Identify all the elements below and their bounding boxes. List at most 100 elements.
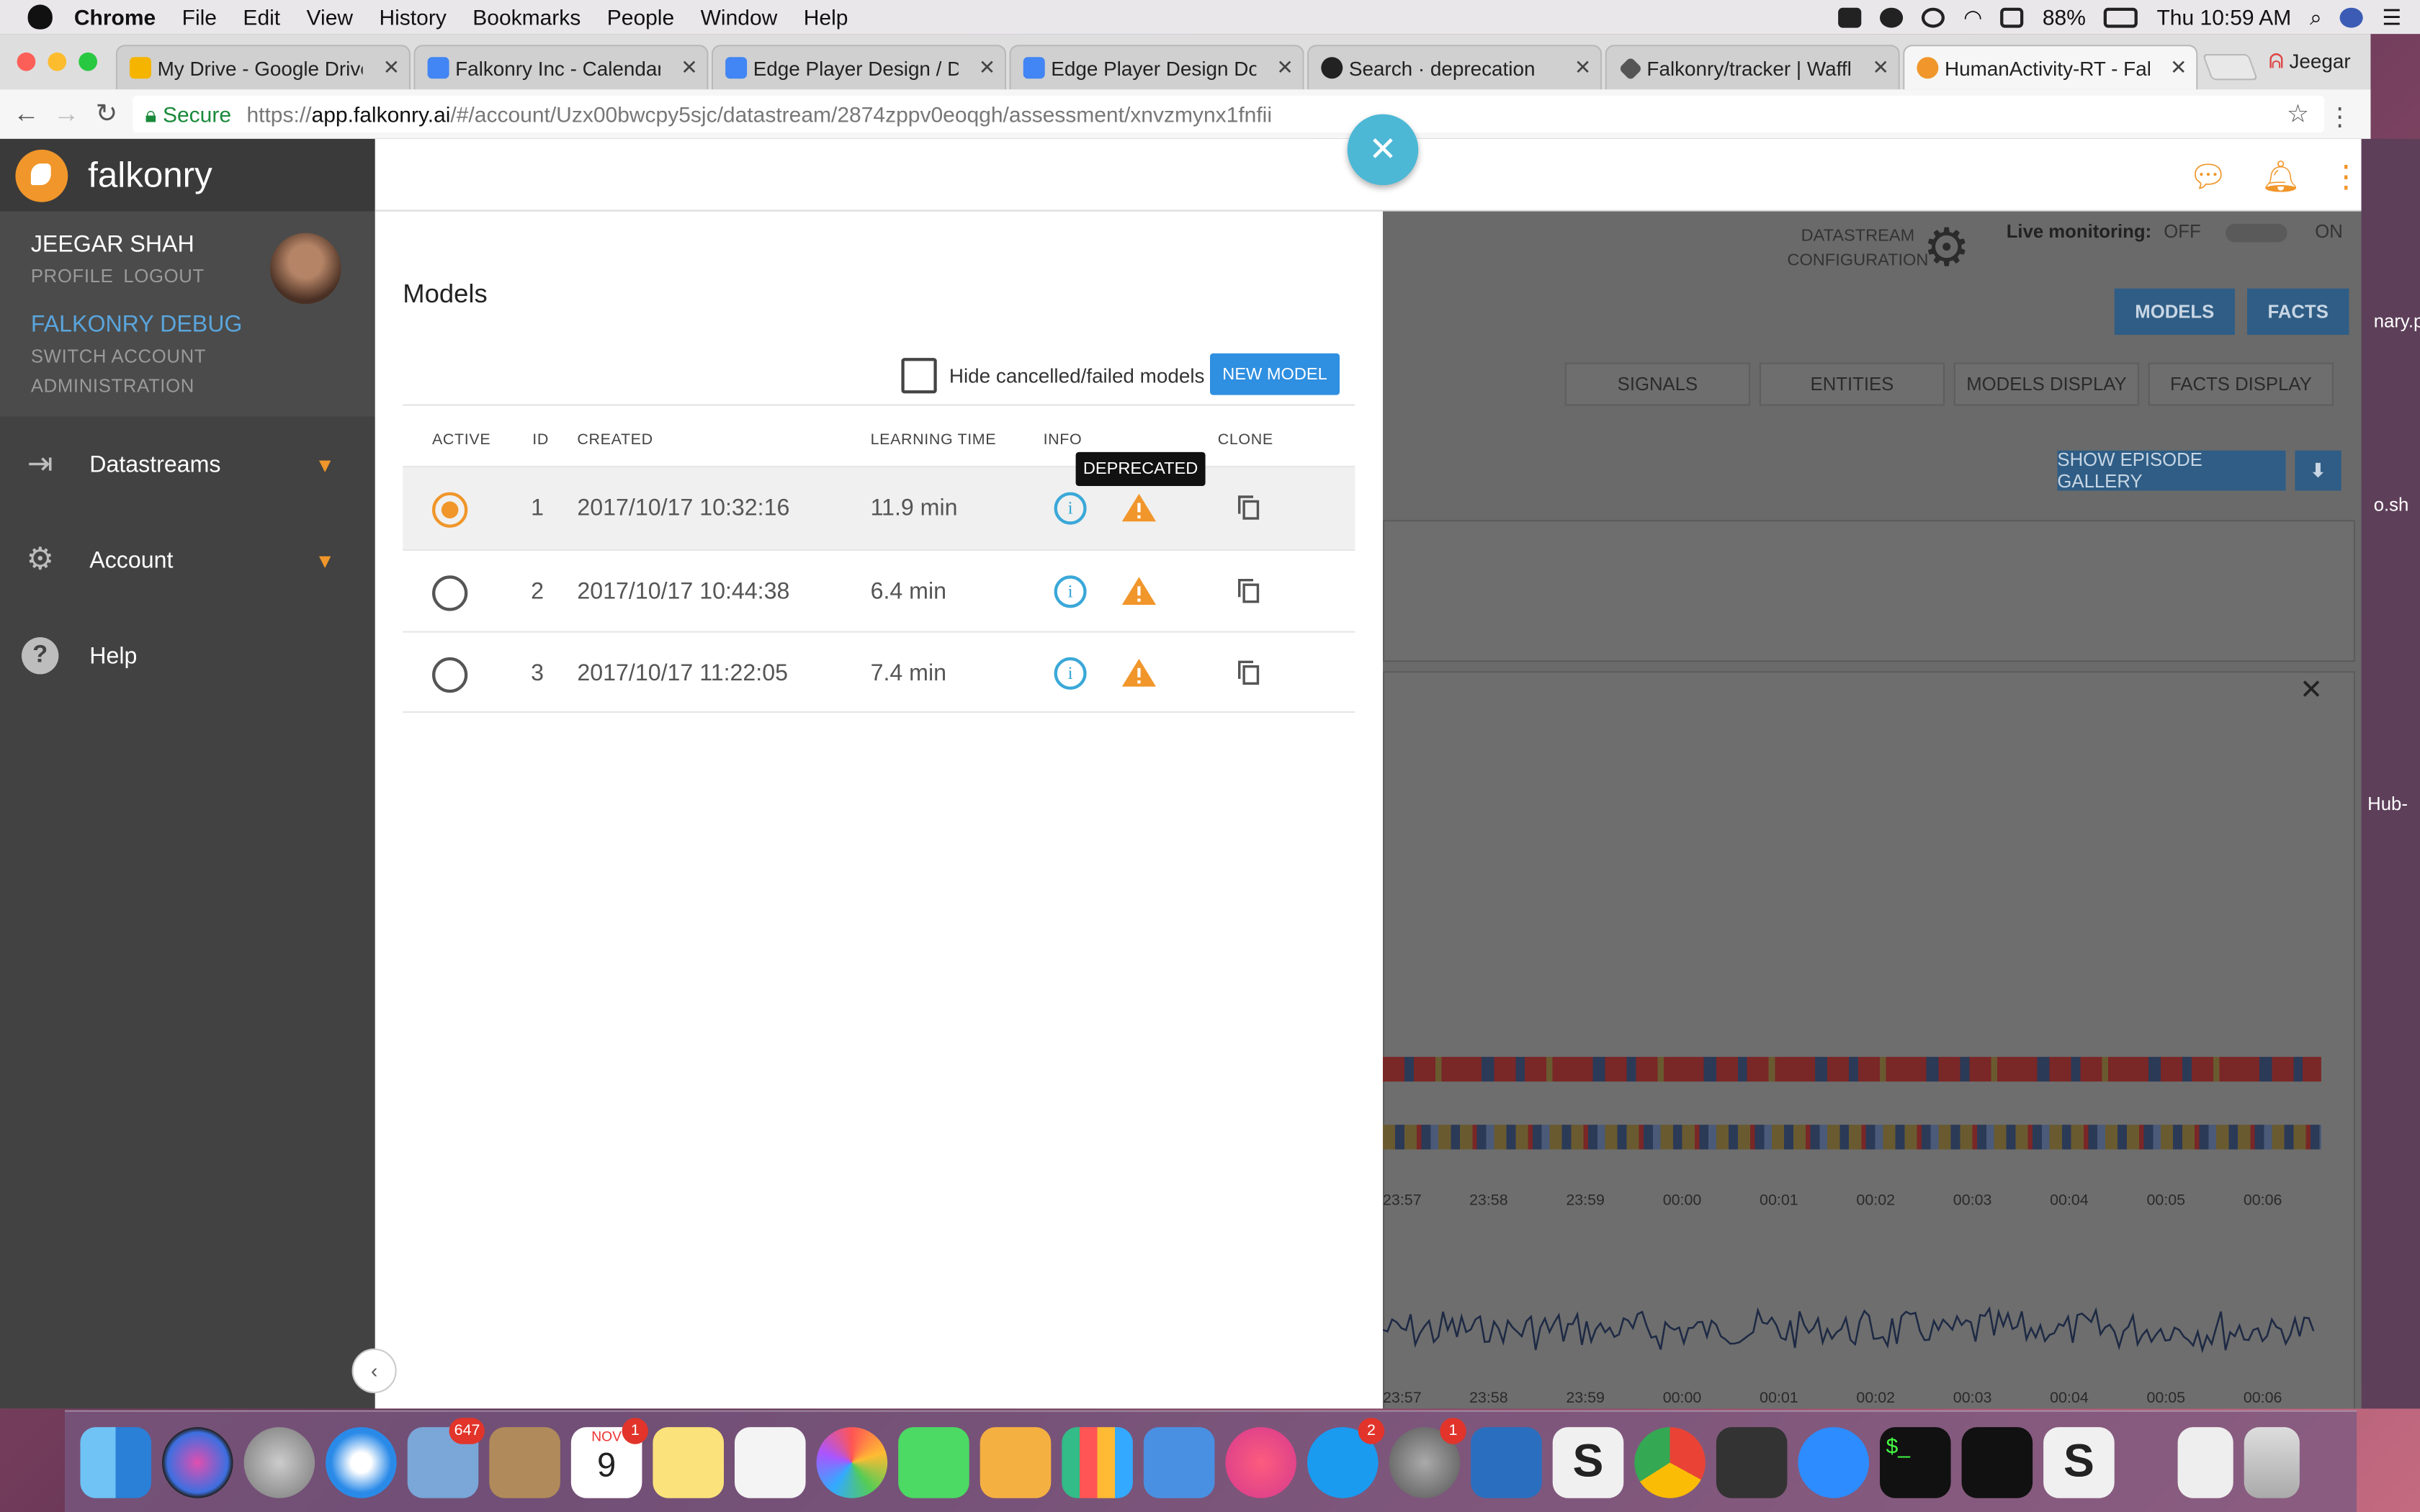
info-icon[interactable]: i bbox=[1054, 575, 1087, 608]
terminal-icon[interactable]: $_ bbox=[1880, 1426, 1951, 1498]
camera-icon[interactable] bbox=[1838, 6, 1862, 27]
chrome-icon[interactable] bbox=[1634, 1426, 1706, 1498]
battery-icon[interactable] bbox=[2104, 6, 2138, 27]
mail-icon[interactable]: 647 bbox=[407, 1417, 485, 1498]
virtualbox-icon[interactable] bbox=[1471, 1426, 1542, 1498]
spotlight-icon[interactable]: ⌕ bbox=[2310, 4, 2322, 30]
siri-icon[interactable] bbox=[2340, 6, 2364, 27]
live-monitoring-toggle[interactable] bbox=[2226, 223, 2287, 243]
forward-icon[interactable]: → bbox=[46, 99, 86, 130]
datastream-config-label[interactable]: DATASTREAM CONFIGURATION bbox=[1787, 224, 1928, 274]
safari-icon[interactable] bbox=[326, 1426, 397, 1498]
active-radio[interactable] bbox=[432, 575, 468, 611]
browser-tab[interactable]: Falkonry/tracker | Waffle.io ✕ bbox=[1605, 45, 1900, 90]
browser-tab[interactable]: Falkonry Inc - Calendar - W ✕ bbox=[413, 45, 709, 90]
copy-icon[interactable] bbox=[1237, 660, 1260, 685]
close-tab-icon[interactable]: ✕ bbox=[383, 55, 400, 80]
more-options-icon[interactable]: ⋮ bbox=[2331, 158, 2362, 197]
browser-tab-active[interactable]: HumanActivity-RT - Falkon ✕ bbox=[1903, 45, 2198, 90]
warning-icon[interactable] bbox=[1121, 492, 1157, 523]
notes-icon[interactable] bbox=[653, 1426, 724, 1498]
menu-bookmarks[interactable]: Bookmarks bbox=[472, 4, 581, 29]
menu-people[interactable]: People bbox=[607, 4, 674, 29]
battery-percent[interactable]: 88% bbox=[2043, 4, 2086, 29]
menu-history[interactable]: History bbox=[379, 4, 446, 29]
warning-icon[interactable] bbox=[1121, 575, 1157, 606]
warning-icon[interactable] bbox=[1121, 657, 1157, 688]
models-button[interactable]: MODELS bbox=[2114, 288, 2235, 335]
siri-icon[interactable] bbox=[162, 1426, 233, 1498]
trash-icon[interactable] bbox=[2244, 1426, 2300, 1498]
system-preferences-icon[interactable]: 1 bbox=[1389, 1417, 1466, 1498]
facts-button[interactable]: FACTS bbox=[2247, 288, 2349, 335]
collapse-sidebar-button[interactable]: ‹ bbox=[351, 1348, 397, 1393]
logout-link[interactable]: LOGOUT bbox=[123, 266, 204, 287]
show-episode-gallery-button[interactable]: SHOW EPISODE GALLERY bbox=[2057, 449, 2286, 492]
info-icon[interactable]: i bbox=[1054, 657, 1087, 690]
tab-facts-display[interactable]: FACTS DISPLAY bbox=[2148, 362, 2334, 406]
close-tab-icon[interactable]: ✕ bbox=[2170, 55, 2187, 80]
sidebar-item-help[interactable]: ? Help bbox=[0, 608, 375, 703]
sublime-icon[interactable] bbox=[1716, 1426, 1788, 1498]
tab-models-display[interactable]: MODELS DISPLAY bbox=[1953, 362, 2139, 406]
table-row[interactable]: 3 2017/10/17 11:22:05 7.4 min i bbox=[403, 631, 1355, 713]
menu-window[interactable]: Window bbox=[701, 4, 778, 29]
slack-icon-2[interactable]: S bbox=[2043, 1426, 2115, 1498]
finder-icon[interactable] bbox=[80, 1426, 151, 1498]
avatar[interactable] bbox=[270, 233, 341, 305]
administration-link[interactable]: ADMINISTRATION bbox=[31, 375, 194, 397]
zoom-icon[interactable] bbox=[1798, 1426, 1869, 1498]
photos-icon[interactable] bbox=[816, 1426, 888, 1498]
clock[interactable]: Thu 10:59 AM bbox=[2156, 4, 2291, 29]
reload-icon[interactable]: ↻ bbox=[86, 99, 127, 130]
menu-app-name[interactable]: Chrome bbox=[74, 4, 156, 29]
wifi-icon[interactable]: ◠ bbox=[1963, 4, 1982, 30]
hide-cancelled-label[interactable]: Hide cancelled/failed models bbox=[949, 364, 1205, 387]
close-tab-icon[interactable]: ✕ bbox=[1872, 55, 1888, 80]
close-panel-icon[interactable]: ✕ bbox=[2300, 674, 2323, 706]
download-icon[interactable]: ⬇ bbox=[2295, 450, 2341, 491]
numbers-icon[interactable] bbox=[1062, 1426, 1133, 1498]
browser-tab[interactable]: My Drive - Google Drive ✕ bbox=[115, 45, 411, 90]
account-name[interactable]: FALKONRY DEBUG bbox=[31, 312, 243, 338]
minimize-window-button[interactable] bbox=[48, 52, 67, 71]
bell-icon[interactable]: 🔔︎ bbox=[2261, 158, 2300, 197]
pages-icon[interactable] bbox=[980, 1426, 1052, 1498]
chrome-menu-icon[interactable]: ⋮ bbox=[2327, 102, 2352, 132]
zoom-window-button[interactable] bbox=[79, 52, 97, 71]
chevron-down-icon[interactable]: ▼ bbox=[315, 549, 335, 572]
copy-icon[interactable] bbox=[1237, 578, 1260, 603]
menu-file[interactable]: File bbox=[182, 4, 217, 29]
table-row[interactable]: 1 2017/10/17 10:32:16 11.9 min i bbox=[403, 466, 1355, 549]
tab-signals[interactable]: SIGNALS bbox=[1564, 362, 1750, 406]
keynote-icon[interactable] bbox=[1143, 1426, 1215, 1498]
menu-help[interactable]: Help bbox=[804, 4, 848, 29]
reminders-icon[interactable] bbox=[734, 1426, 806, 1498]
close-dialog-button[interactable]: ✕ bbox=[1347, 114, 1419, 186]
creative-cloud-icon[interactable] bbox=[1880, 6, 1904, 27]
notification-center-icon[interactable]: ☰ bbox=[2382, 4, 2401, 30]
chat-icon[interactable]: 💬︎ bbox=[2189, 158, 2228, 197]
slack-icon[interactable]: S bbox=[1552, 1426, 1624, 1498]
contacts-icon[interactable] bbox=[489, 1426, 560, 1498]
close-tab-icon[interactable]: ✕ bbox=[979, 55, 995, 80]
close-window-button[interactable] bbox=[17, 52, 36, 71]
browser-tab[interactable]: Edge Player Design Docum ✕ bbox=[1009, 45, 1304, 90]
tab-entities[interactable]: ENTITIES bbox=[1759, 362, 1945, 406]
bookmark-star-icon[interactable]: ☆ bbox=[2287, 99, 2309, 130]
document-icon[interactable] bbox=[2177, 1426, 2233, 1498]
chevron-down-icon[interactable]: ▼ bbox=[315, 453, 335, 476]
gear-icon[interactable]: ⚙ bbox=[1923, 217, 1970, 279]
sync-icon[interactable] bbox=[1922, 6, 1945, 27]
new-model-button[interactable]: NEW MODEL bbox=[1210, 353, 1340, 395]
airplay-icon[interactable] bbox=[2000, 6, 2025, 27]
copy-icon[interactable] bbox=[1237, 495, 1260, 520]
browser-tab[interactable]: Search · deprecation ✕ bbox=[1307, 45, 1603, 90]
new-tab-button[interactable] bbox=[2202, 54, 2259, 81]
hide-cancelled-checkbox[interactable] bbox=[901, 358, 937, 394]
profile-link[interactable]: PROFILE bbox=[31, 266, 114, 287]
facetime-icon[interactable] bbox=[898, 1426, 969, 1498]
active-radio[interactable] bbox=[432, 657, 468, 693]
url-field[interactable]: 🔒︎ Secure https:// app.falkonry.ai /#/ac… bbox=[133, 95, 2325, 133]
activity-monitor-icon[interactable] bbox=[1961, 1426, 2033, 1498]
